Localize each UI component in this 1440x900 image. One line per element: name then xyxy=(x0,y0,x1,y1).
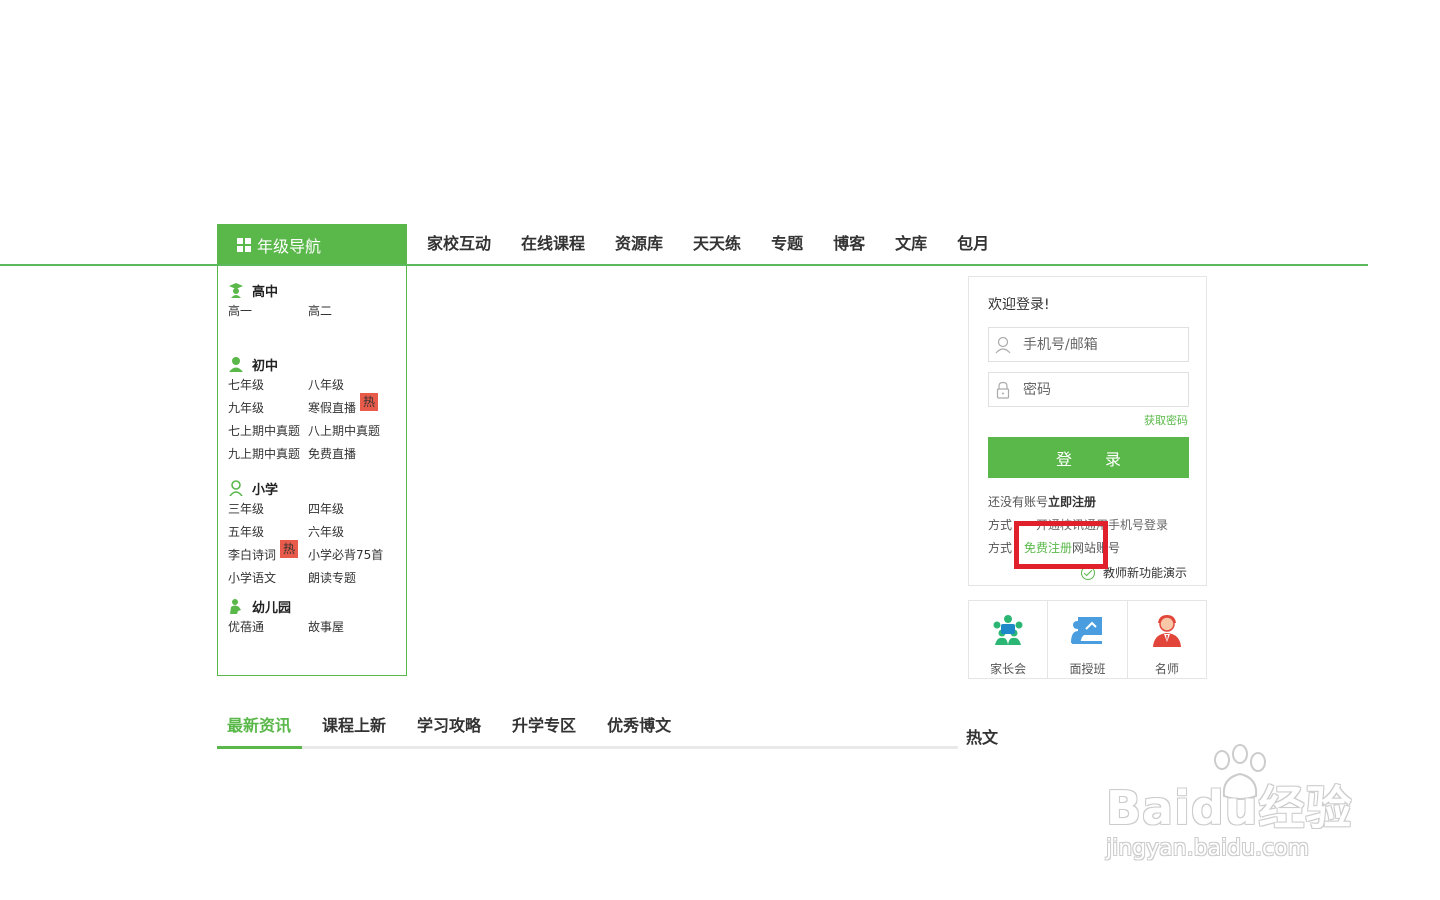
tab-latest-news[interactable]: 最新资讯 xyxy=(217,712,303,749)
news-tabs: 最新资讯 课程上新 学习攻略 升学专区 优秀博文 xyxy=(217,712,958,749)
register-line: 还没有账号立即注册 xyxy=(988,493,1096,510)
teacher-demo-label: 教师新功能演示 xyxy=(1103,566,1188,580)
student-icon xyxy=(229,357,243,372)
method2-prefix: 方式 xyxy=(988,541,1013,555)
tab-admission[interactable]: 升学专区 xyxy=(502,712,587,749)
password-field xyxy=(988,372,1189,407)
service-label-parent-meeting: 家长会 xyxy=(990,662,1027,676)
winter-live-label: 寒假直播 xyxy=(308,401,357,415)
grade-link-senior-1[interactable]: 高一 xyxy=(228,302,308,320)
grade-panel: 高中 高一 高二 初中 七年级 八年级 九年级 寒假直播热 七上期中真题 八上期… xyxy=(217,266,407,676)
nav-item-monthly[interactable]: 包月 xyxy=(957,232,989,256)
grade-group-middle: 初中 七年级 八年级 九年级 寒假直播热 七上期中真题 八上期中真题 九上期中真… xyxy=(228,354,403,463)
hot-badge: 热 xyxy=(280,540,299,558)
grade-link-75-poems[interactable]: 小学必背75首 xyxy=(308,546,403,564)
grade-link-grade4[interactable]: 四年级 xyxy=(308,500,403,518)
login-button[interactable]: 登 录 xyxy=(988,437,1189,478)
grid-icon xyxy=(237,238,251,252)
service-parent-meeting[interactable]: 家长会 xyxy=(969,601,1049,678)
nav-item-topics[interactable]: 专题 xyxy=(771,232,803,256)
service-famous-teacher[interactable]: 名师 xyxy=(1128,601,1206,678)
grade-link-winter-live[interactable]: 寒假直播热 xyxy=(308,393,403,417)
grade-nav-label: 年级导航 xyxy=(257,237,322,256)
grade-link-grade6[interactable]: 六年级 xyxy=(308,523,403,541)
nav-item-library[interactable]: 文库 xyxy=(895,232,927,256)
watermark-url: jingyan.baidu.com xyxy=(1106,836,1310,861)
nav-item-blog[interactable]: 博客 xyxy=(833,232,865,256)
grade-link-story-house[interactable]: 故事屋 xyxy=(308,618,403,636)
graduate-icon xyxy=(229,283,243,298)
baidu-watermark: Baidu经验 jingyan.baidu.com xyxy=(1104,742,1364,870)
watermark-logo: Baidu经验 xyxy=(1106,781,1353,835)
grade-link-libai-poems[interactable]: 李白诗词热 xyxy=(228,540,308,564)
nav-item-home-school[interactable]: 家校互动 xyxy=(427,232,491,256)
no-account-text: 还没有账号 xyxy=(988,495,1049,509)
tab-new-courses[interactable]: 课程上新 xyxy=(312,712,397,749)
services-bar: 家长会 面授班 名师 xyxy=(968,600,1207,679)
grade-link-grade5[interactable]: 五年级 xyxy=(228,523,308,541)
grade-link-youbeitong[interactable]: 优蓓通 xyxy=(228,618,308,636)
grade-nav-tab[interactable]: 年级导航 xyxy=(217,224,407,266)
grade-link-grade3[interactable]: 三年级 xyxy=(228,500,308,518)
grade-link-grade9[interactable]: 九年级 xyxy=(228,399,308,417)
group-title-kinder: 幼儿园 xyxy=(252,600,292,616)
grade-group-high: 高中 高一 高二 xyxy=(228,280,403,320)
user-icon xyxy=(995,336,1011,353)
group-title-primary: 小学 xyxy=(252,482,279,498)
nav-item-resources[interactable]: 资源库 xyxy=(615,232,663,256)
child-icon xyxy=(229,480,243,496)
method1-prefix: 方式 xyxy=(988,518,1013,532)
grade-group-primary: 小学 三年级 四年级 五年级 六年级 李白诗词热 小学必背75首 小学语文 朗读… xyxy=(228,478,403,587)
classroom-icon xyxy=(1071,617,1103,644)
highlight-box xyxy=(1014,521,1108,569)
username-input[interactable] xyxy=(1023,336,1183,353)
nav-item-online-courses[interactable]: 在线课程 xyxy=(521,232,585,256)
libai-poems-label: 李白诗词 xyxy=(228,548,277,562)
grade-link-g8-midterm[interactable]: 八上期中真题 xyxy=(308,422,403,440)
get-password-link[interactable]: 获取密码 xyxy=(1144,412,1188,428)
grade-link-free-live[interactable]: 免费直播 xyxy=(308,445,403,463)
main-nav: 家校互动 在线课程 资源库 天天练 专题 博客 文库 包月 xyxy=(427,232,1019,256)
hot-articles-heading: 热文 xyxy=(966,728,999,747)
grade-link-senior-2[interactable]: 高二 xyxy=(308,302,403,320)
username-field xyxy=(988,327,1189,362)
service-face-class[interactable]: 面授班 xyxy=(1048,601,1128,678)
nav-divider xyxy=(0,264,1368,266)
grade-link-g9-midterm[interactable]: 九上期中真题 xyxy=(228,445,308,463)
group-title-middle: 初中 xyxy=(252,358,279,374)
service-label-famous-teacher: 名师 xyxy=(1154,662,1179,676)
tab-study-guide[interactable]: 学习攻略 xyxy=(407,712,492,749)
register-now-link[interactable]: 立即注册 xyxy=(1048,495,1096,509)
login-welcome: 欢迎登录! xyxy=(988,297,1050,313)
hot-badge: 热 xyxy=(360,393,379,411)
toddler-icon xyxy=(230,599,241,614)
grade-link-reading[interactable]: 朗读专题 xyxy=(308,569,403,587)
grade-link-g7-midterm[interactable]: 七上期中真题 xyxy=(228,422,308,440)
service-label-face-class: 面授班 xyxy=(1069,662,1106,676)
grade-link-primary-chinese[interactable]: 小学语文 xyxy=(228,569,308,587)
password-input[interactable] xyxy=(1023,381,1183,398)
parent-meeting-icon xyxy=(993,615,1023,645)
tab-featured-blogs[interactable]: 优秀博文 xyxy=(597,712,682,749)
group-title-high: 高中 xyxy=(252,284,279,300)
grade-link-grade8[interactable]: 八年级 xyxy=(308,376,403,394)
teacher-icon xyxy=(1152,615,1181,647)
lock-icon xyxy=(996,381,1010,399)
nav-item-daily-practice[interactable]: 天天练 xyxy=(693,232,741,256)
grade-link-grade7[interactable]: 七年级 xyxy=(228,376,308,394)
grade-group-kinder: 幼儿园 优蓓通 故事屋 xyxy=(228,596,403,636)
